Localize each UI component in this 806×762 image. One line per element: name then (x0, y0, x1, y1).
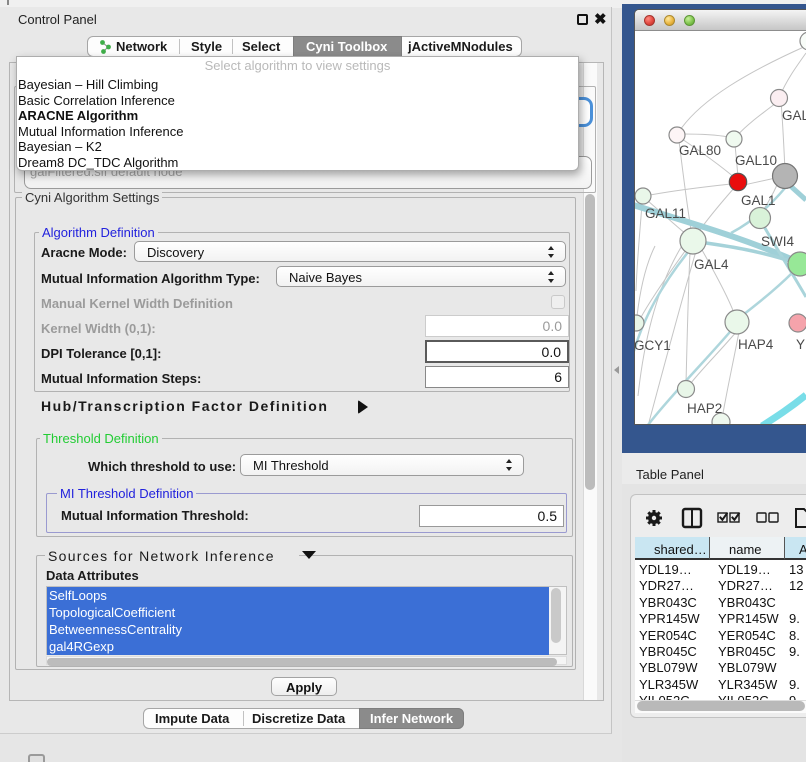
svg-text:SWI4: SWI4 (761, 234, 794, 249)
svg-text:GAL4: GAL4 (694, 257, 729, 272)
svg-text:GCY1: GCY1 (635, 338, 671, 353)
svg-text:HAP4: HAP4 (738, 337, 774, 352)
svg-text:HAP2: HAP2 (687, 401, 722, 416)
svg-text:GAL7: GAL7 (782, 108, 806, 123)
svg-text:GAL10: GAL10 (735, 153, 777, 168)
svg-text:Y: Y (796, 337, 805, 352)
svg-text:GAL11: GAL11 (645, 206, 686, 221)
svg-text:GAL80: GAL80 (679, 143, 721, 158)
svg-text:GAL1: GAL1 (741, 193, 776, 208)
